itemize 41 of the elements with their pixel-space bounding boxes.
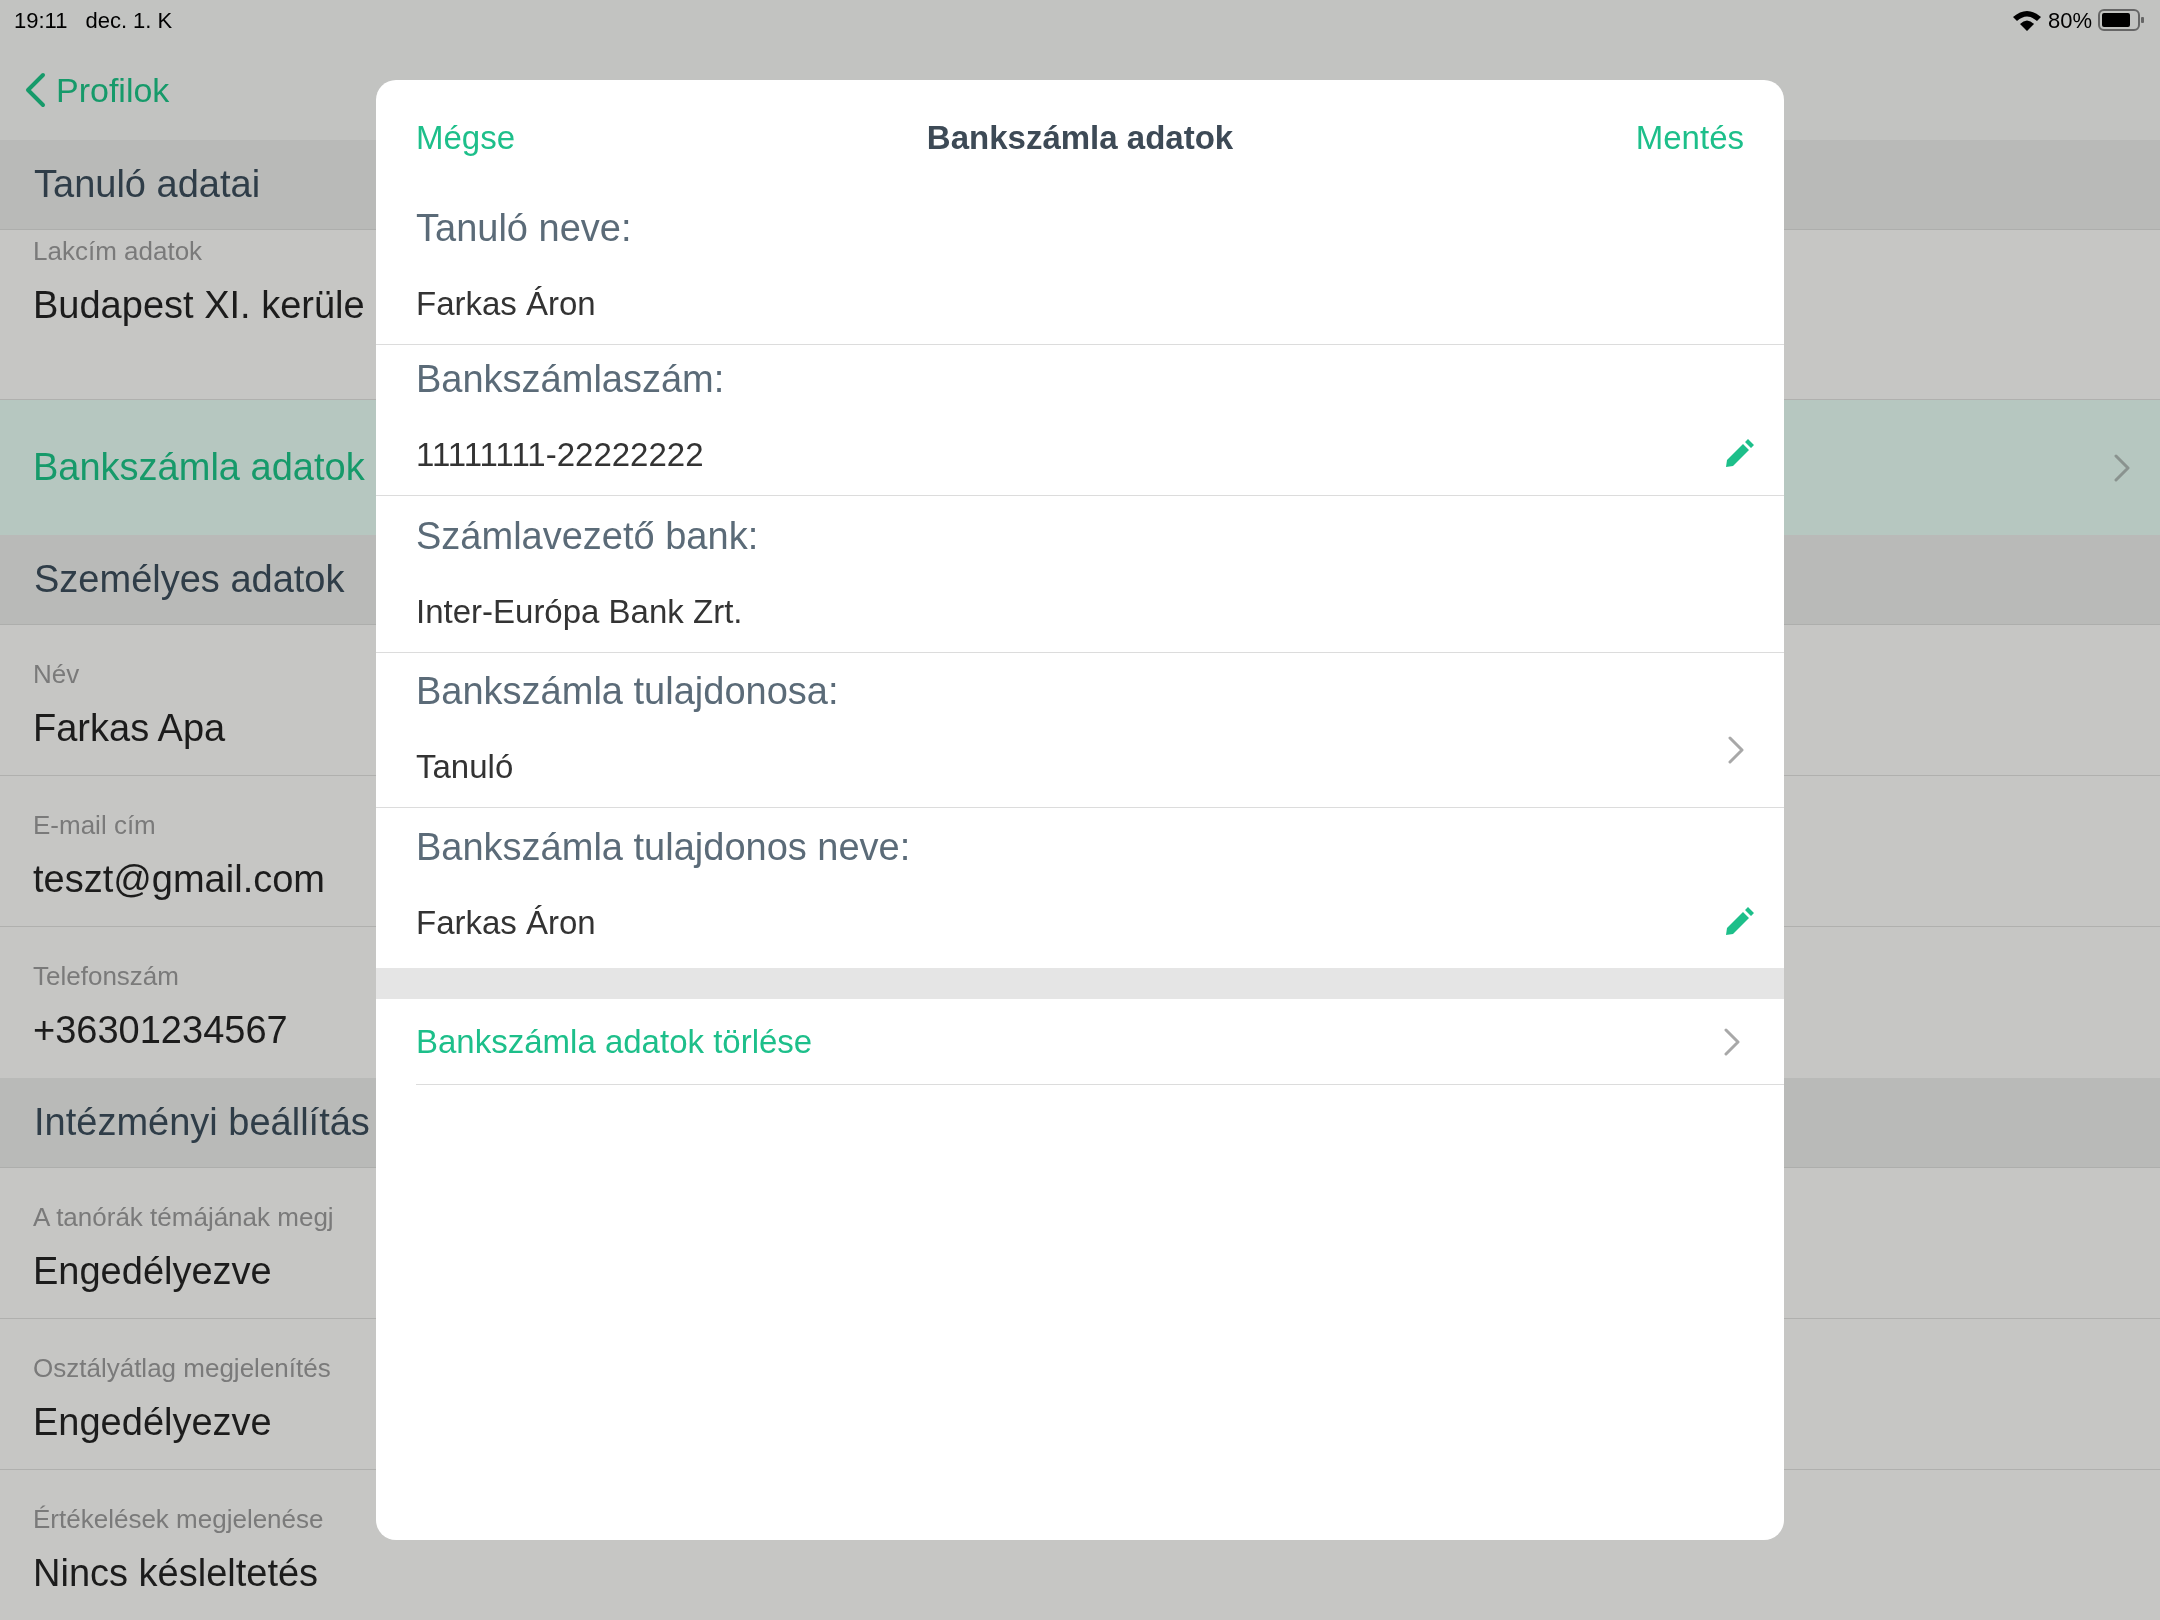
section-header: Személyes adatok (34, 557, 345, 602)
battery-icon (2098, 8, 2146, 32)
field-label: Bankszámla tulajdonos neve: (416, 824, 911, 870)
field-label: Lakcím adatok (33, 235, 203, 268)
wifi-icon (2011, 9, 2042, 31)
field-value: teszt@gmail.com (33, 857, 325, 902)
field-value: Farkas Apa (33, 706, 226, 751)
field-value: Engedélyezve (33, 1400, 272, 1445)
cancel-button[interactable]: Mégse (416, 112, 516, 163)
field-value: Farkas Áron (416, 902, 596, 943)
save-button[interactable]: Mentés (1635, 112, 1744, 163)
field-label: A tanórák témájának megj (33, 1201, 334, 1234)
chevron-right-icon (1724, 1027, 1740, 1056)
field-value: Farkas Áron (416, 283, 596, 324)
chevron-right-icon (1728, 736, 1744, 764)
back-chevron-icon (24, 72, 46, 108)
field-label: E-mail cím (33, 809, 156, 842)
status-date: dec. 1. K (85, 6, 173, 35)
field-label: Bankszámla tulajdonosa: (416, 668, 839, 714)
field-label: Osztályátlag megjelenítés (33, 1352, 331, 1385)
field-label: Tanuló neve: (416, 205, 632, 251)
battery-percentage: 80% (2047, 6, 2092, 35)
section-header: Tanuló adatai (34, 162, 261, 207)
field-value: Tanuló (416, 746, 514, 787)
delete-link[interactable]: Bankszámla adatok törlése (416, 999, 1784, 1085)
field-value: +36301234567 (33, 1008, 288, 1053)
field-value: Engedélyezve (33, 1249, 272, 1294)
status-time: 19:11 (14, 6, 68, 35)
field-label: Telefonszám (33, 960, 179, 993)
modal-title: Bankszámla adatok (926, 117, 1234, 158)
field-value: Budapest XI. kerüle (33, 283, 365, 328)
field-value: Inter-Európa Bank Zrt. (416, 591, 743, 632)
field-label: Értékelések megjelenése (33, 1503, 324, 1536)
section-header: Intézményi beállítás (34, 1100, 370, 1145)
field-value: Nincs késleltetés (33, 1551, 319, 1596)
chevron-right-icon (2114, 453, 2130, 482)
field-value: 11111111-22222222 (416, 434, 704, 475)
back-button[interactable]: Profilok (24, 64, 170, 116)
field-label: Név (33, 658, 80, 691)
field-label: Bankszámlaszám: (416, 356, 725, 402)
field-label: Számlavezető bank: (416, 513, 759, 559)
